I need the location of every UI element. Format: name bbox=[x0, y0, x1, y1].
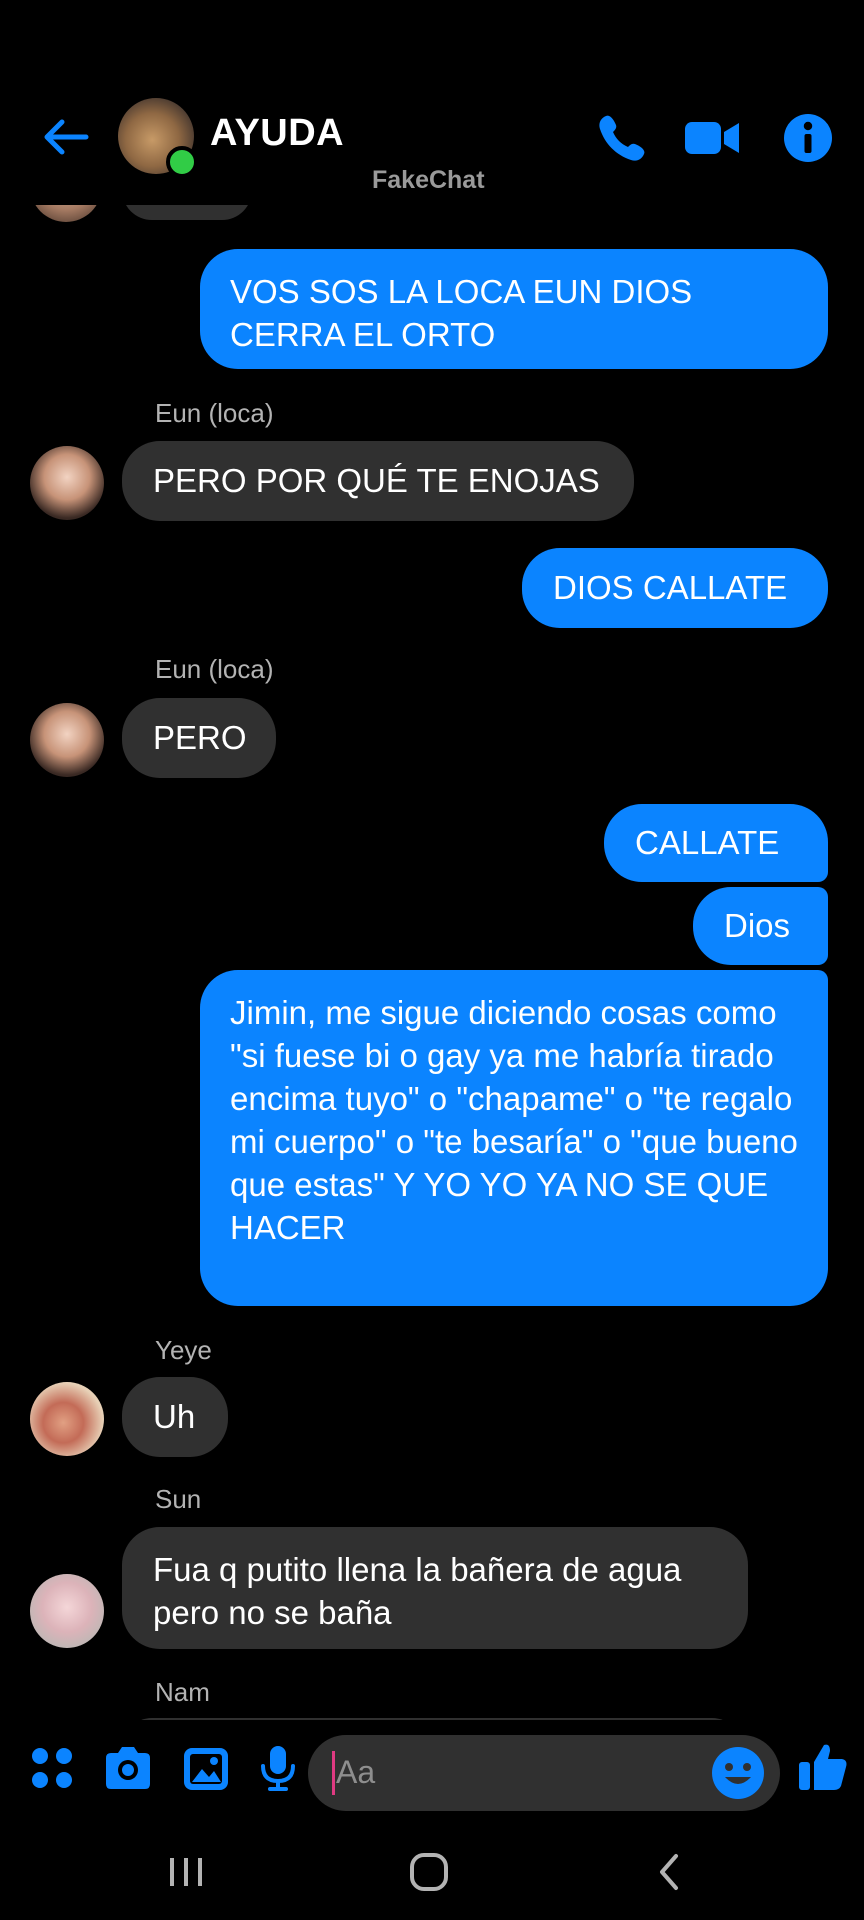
message-text: Fua q putito llena la bañera de agua per… bbox=[153, 1551, 682, 1631]
home-icon[interactable] bbox=[399, 1842, 459, 1902]
text-caret bbox=[332, 1751, 335, 1795]
back-icon[interactable] bbox=[640, 1842, 700, 1902]
avatar[interactable] bbox=[30, 446, 104, 520]
group-avatar[interactable] bbox=[118, 98, 198, 178]
message-bubble-incoming[interactable]: Fua q putito llena la bañera de agua per… bbox=[122, 1527, 748, 1649]
chat-title[interactable]: AYUDA bbox=[210, 112, 344, 155]
message-input[interactable]: Aa bbox=[308, 1735, 780, 1811]
message-bubble-incoming[interactable]: PERO bbox=[122, 698, 276, 778]
message-bubble-outgoing[interactable]: Dios bbox=[693, 887, 828, 965]
online-status-dot bbox=[166, 146, 198, 178]
message-text: PERO bbox=[153, 719, 247, 756]
emoji-icon[interactable] bbox=[710, 1745, 766, 1801]
phone-icon[interactable] bbox=[592, 108, 652, 168]
message-bubble-outgoing[interactable]: CALLATE bbox=[604, 804, 828, 882]
sender-name: Sun bbox=[155, 1484, 202, 1514]
sender-name: Yeye bbox=[155, 1335, 212, 1365]
video-icon[interactable] bbox=[682, 108, 742, 168]
gallery-icon[interactable] bbox=[180, 1742, 232, 1794]
thumbs-up-icon[interactable] bbox=[796, 1740, 850, 1794]
sender-name: Eun (loca) bbox=[155, 398, 274, 428]
message-text: Jimin, me sigue diciendo cosas como "si … bbox=[230, 994, 798, 1246]
message-input-placeholder: Aa bbox=[336, 1754, 376, 1790]
message-bubble-outgoing[interactable]: VOS SOS LA LOCA EUN DIOS CERRA EL ORTO bbox=[200, 249, 828, 369]
message-bubble-incoming[interactable]: Uh bbox=[122, 1377, 228, 1457]
back-arrow-icon[interactable] bbox=[38, 110, 92, 164]
message-text: DIOS CALLATE bbox=[553, 569, 788, 606]
chat-header: AYUDA FakeChat bbox=[0, 0, 864, 205]
info-icon[interactable] bbox=[778, 108, 838, 168]
avatar[interactable] bbox=[30, 1574, 104, 1648]
camera-icon[interactable] bbox=[102, 1742, 154, 1794]
message-text: VOS SOS LA LOCA EUN DIOS CERRA EL ORTO bbox=[230, 273, 693, 353]
message-text: Dios bbox=[724, 907, 791, 944]
apps-grid-icon[interactable] bbox=[26, 1742, 78, 1794]
message-bubble-incoming[interactable]: PERO POR QUÉ TE ENOJAS bbox=[122, 441, 634, 521]
message-text: Uh bbox=[153, 1398, 196, 1435]
message-text: PERO POR QUÉ TE ENOJAS bbox=[153, 462, 600, 499]
message-bubble-outgoing[interactable]: Jimin, me sigue diciendo cosas como "si … bbox=[200, 970, 828, 1306]
message-bubble-outgoing[interactable]: DIOS CALLATE bbox=[522, 548, 828, 628]
watermark: FakeChat bbox=[372, 166, 485, 194]
avatar[interactable] bbox=[30, 1382, 104, 1456]
sender-name: Eun (loca) bbox=[155, 654, 274, 684]
message-text: CALLATE bbox=[635, 824, 780, 861]
microphone-icon[interactable] bbox=[252, 1742, 304, 1794]
avatar[interactable] bbox=[30, 703, 104, 777]
sender-name: Nam bbox=[155, 1677, 210, 1707]
recent-apps-icon[interactable] bbox=[156, 1842, 216, 1902]
